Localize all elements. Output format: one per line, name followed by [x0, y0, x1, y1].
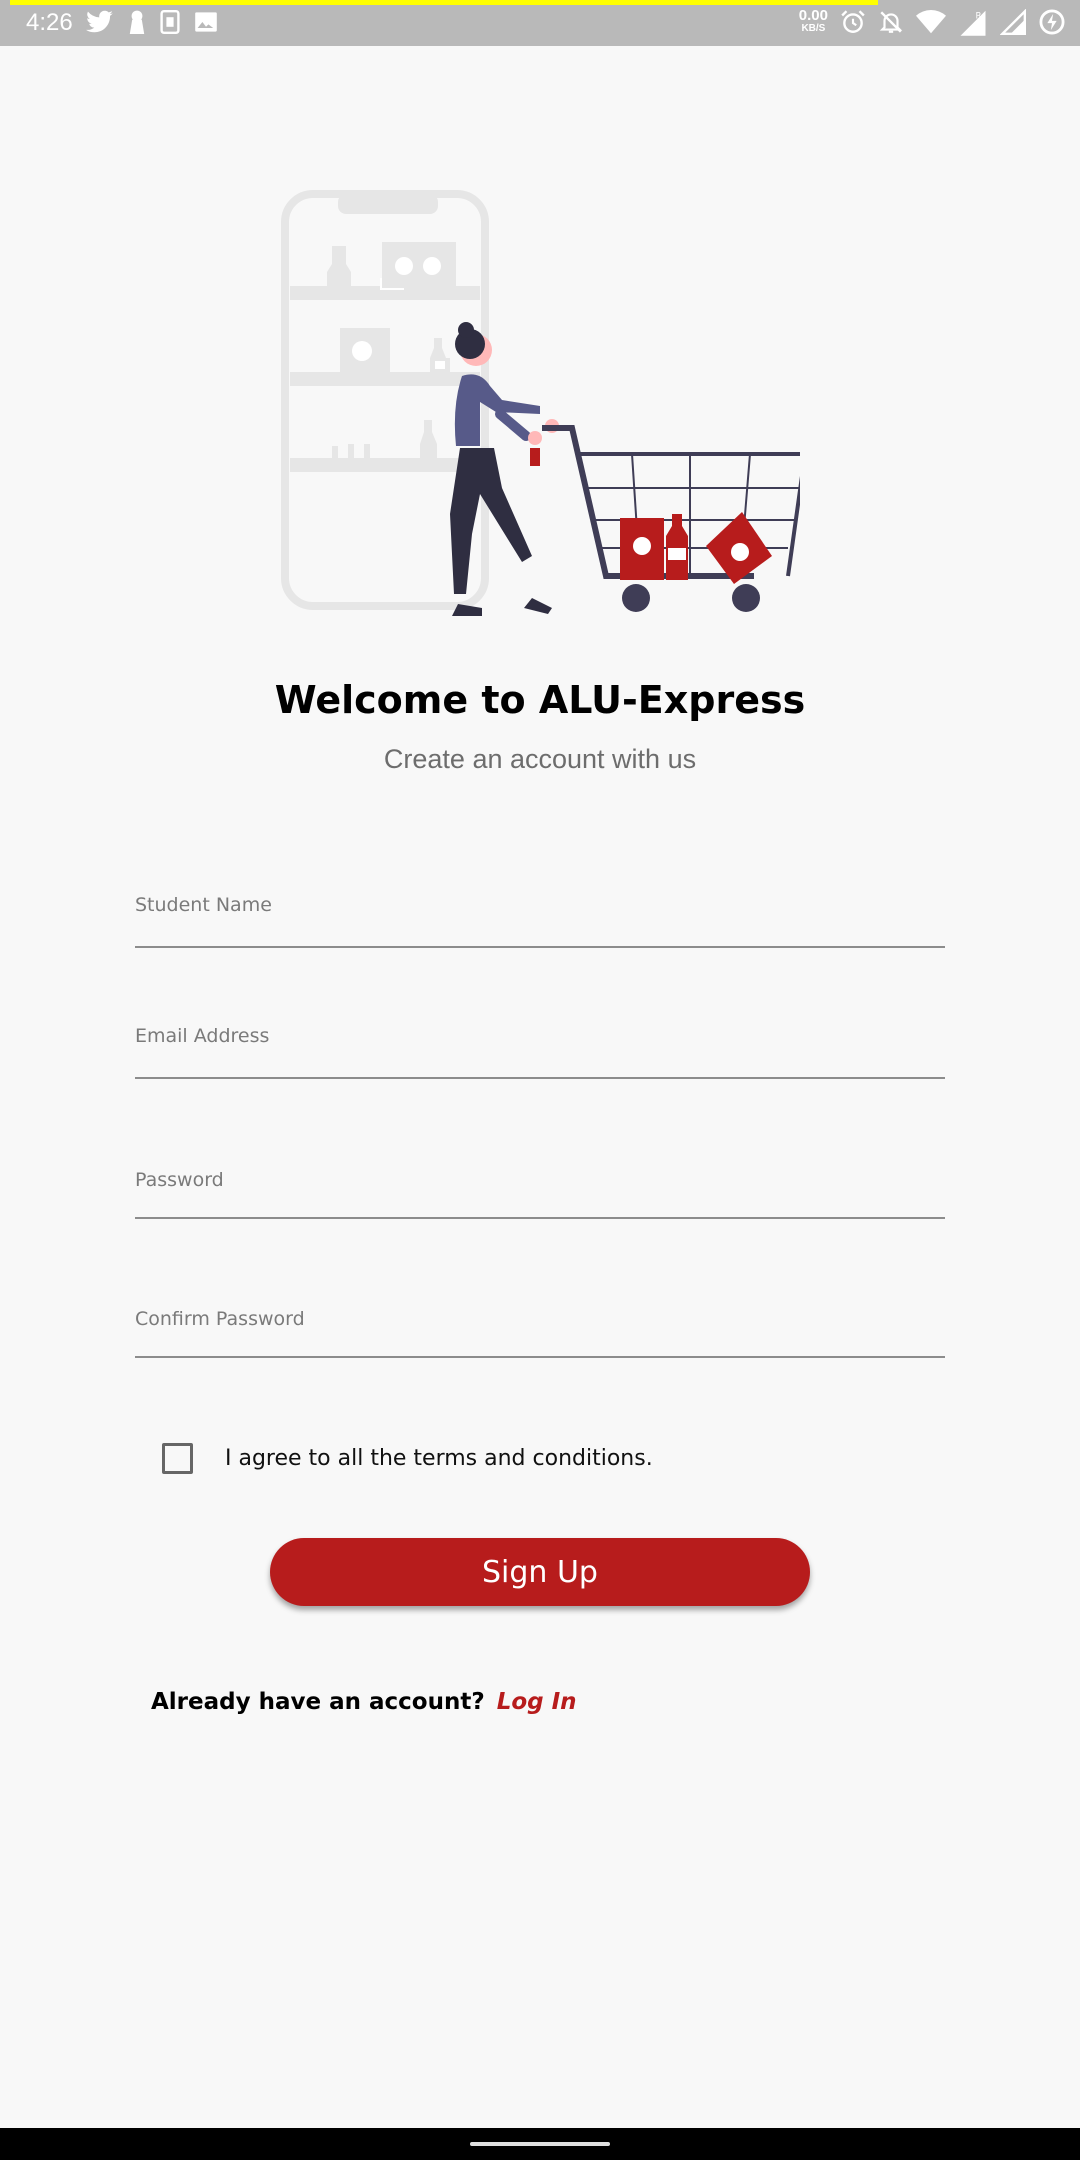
email-label: Email Address [135, 1025, 270, 1047]
net-speed-unit: KB/S [801, 23, 826, 34]
home-indicator[interactable] [470, 2142, 610, 2146]
email-field[interactable]: Email Address [135, 1025, 949, 1087]
page-title: Welcome to ALU-Express [274, 678, 806, 722]
progress-line [10, 0, 878, 5]
keyhole-icon [129, 10, 145, 34]
password-underline [135, 1217, 945, 1219]
confirm-password-underline [135, 1356, 945, 1358]
sim-card-icon [160, 10, 180, 34]
notification-icons [86, 10, 218, 34]
status-bar: 4:26 0.00 KB/S R [0, 0, 1080, 46]
student-name-input[interactable] [135, 920, 949, 956]
student-name-field[interactable]: Student Name [135, 894, 949, 956]
confirm-password-field[interactable]: Confirm Password [135, 1308, 949, 1370]
terms-row[interactable]: I agree to all the terms and conditions. [162, 1443, 653, 1474]
email-underline [135, 1077, 945, 1079]
confirm-password-input[interactable] [135, 1334, 949, 1370]
signal-icon [1000, 9, 1026, 35]
password-field[interactable]: Password [135, 1169, 949, 1231]
page-subtitle: Create an account with us [383, 744, 697, 774]
net-speed-value: 0.00 [798, 7, 828, 24]
terms-label: I agree to all the terms and conditions. [225, 1446, 653, 1471]
signal-r-icon: R [960, 10, 986, 36]
student-name-underline [135, 946, 945, 948]
battery-saver-icon [1039, 9, 1065, 35]
svg-text:R: R [976, 11, 982, 21]
login-prompt-text: Already have an account? [151, 1689, 485, 1715]
confirm-password-label: Confirm Password [135, 1308, 305, 1330]
navigation-bar [0, 2128, 1080, 2160]
password-input[interactable] [135, 1195, 949, 1231]
network-speed: 0.00 KB/S [798, 7, 828, 35]
email-input[interactable] [135, 1051, 949, 1087]
student-name-label: Student Name [135, 894, 272, 916]
alarm-icon [841, 10, 865, 33]
system-icons: 0.00 KB/S R [799, 8, 1066, 36]
login-link[interactable]: Log In [497, 1689, 577, 1715]
wifi-icon [916, 10, 946, 34]
sign-up-button[interactable]: Sign Up [270, 1538, 810, 1606]
terms-checkbox[interactable] [162, 1443, 193, 1474]
password-label: Password [135, 1169, 224, 1191]
shopping-cart-illustration [281, 190, 800, 616]
login-prompt-row: Already have an account? Log In [151, 1689, 577, 1715]
image-icon [195, 12, 217, 32]
twitter-icon [86, 10, 113, 33]
status-time: 4:26 [26, 9, 73, 36]
notifications-off-icon [879, 11, 903, 33]
